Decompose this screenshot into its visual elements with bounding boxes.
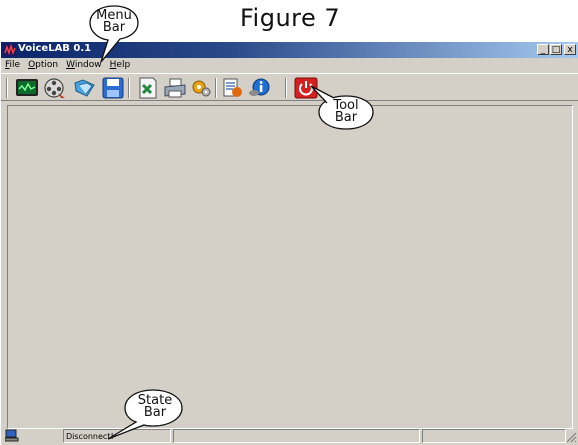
tool-bar xyxy=(1,73,578,101)
status-panel-3 xyxy=(422,429,566,443)
settings-gear-icon[interactable] xyxy=(189,77,213,99)
minimize-button[interactable]: _ xyxy=(537,44,549,55)
menu-option[interactable]: Option xyxy=(24,59,62,72)
info-icon[interactable] xyxy=(247,77,271,99)
toolbar-separator xyxy=(215,78,217,98)
voicelab-app-icon xyxy=(4,44,16,56)
resize-grip-icon[interactable] xyxy=(565,431,577,443)
maximize-button[interactable]: □ xyxy=(550,44,562,55)
callout-state-line2: Bar xyxy=(143,405,167,420)
callout-menu-line2: Bar xyxy=(102,20,126,35)
close-button[interactable]: x xyxy=(564,44,576,55)
status-panel-2 xyxy=(173,429,420,443)
spreadsheet-icon[interactable] xyxy=(135,77,159,99)
save-disk-icon[interactable] xyxy=(101,77,125,99)
window-title: VoiceLAB 0.1 xyxy=(18,43,92,54)
toolbar-separator xyxy=(128,78,130,98)
menu-file[interactable]: File xyxy=(1,59,24,72)
status-bar: Disconnect! xyxy=(1,427,578,445)
film-reel-icon[interactable] xyxy=(43,77,67,99)
callout-tool-line2: Bar xyxy=(334,110,358,125)
print-icon[interactable] xyxy=(163,77,187,99)
monitor-icon[interactable] xyxy=(15,77,39,99)
open-folder-icon[interactable] xyxy=(73,77,97,99)
toolbar-separator xyxy=(6,78,8,98)
report-icon[interactable] xyxy=(221,77,245,99)
toolbar-separator xyxy=(285,78,287,98)
mdi-client-area[interactable] xyxy=(7,105,573,429)
state-bar-callout: State Bar xyxy=(104,389,186,445)
figure-title: Figure 7 xyxy=(240,4,341,32)
network-computer-icon xyxy=(5,429,19,442)
app-window: VoiceLAB 0.1 _ □ x File Option Window He… xyxy=(0,42,578,445)
tool-bar-callout: Tool Bar xyxy=(306,85,386,132)
menu-bar-callout: Menu Bar xyxy=(88,4,140,63)
